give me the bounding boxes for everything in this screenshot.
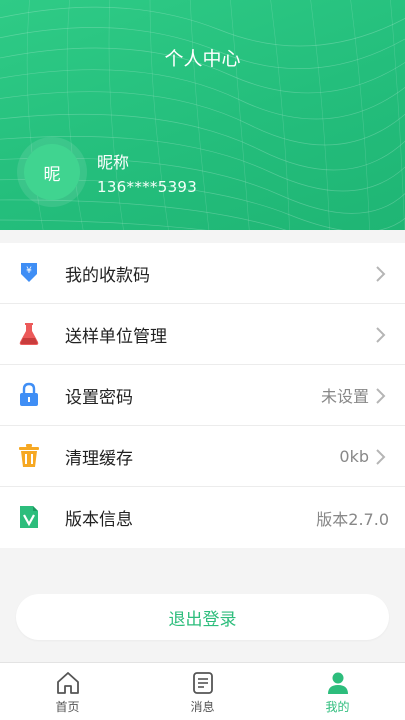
phone-number: 136****5393	[97, 178, 198, 196]
svg-text:¥: ¥	[26, 266, 32, 276]
lock-icon	[16, 382, 42, 408]
version-number: 版本2.7.0	[316, 509, 389, 529]
avatar-text: 昵	[43, 164, 61, 185]
tab-label: 我的	[325, 700, 350, 714]
chevron-right-icon	[376, 388, 386, 404]
home-icon	[54, 670, 82, 696]
menu-item-clear-cache[interactable]: 清理缓存 0kb	[0, 426, 405, 487]
payment-code-icon: ¥	[16, 260, 42, 286]
nickname: 昵称	[97, 153, 130, 172]
menu-label: 清理缓存	[65, 448, 133, 469]
tab-label: 消息	[190, 700, 215, 714]
menu-item-sample-unit[interactable]: 送样单位管理	[0, 304, 405, 365]
chevron-right-icon	[376, 266, 386, 282]
menu-label: 设置密码	[65, 387, 133, 408]
profile-icon	[324, 670, 352, 696]
profile-header: 个人中心 昵 昵称 136****5393	[0, 0, 405, 230]
menu-label: 版本信息	[65, 510, 133, 530]
trash-icon	[16, 443, 42, 469]
menu-label: 送样单位管理	[65, 326, 167, 347]
menu-item-set-password[interactable]: 设置密码 未设置	[0, 365, 405, 426]
menu-item-payment-code[interactable]: ¥ 我的收款码	[0, 243, 405, 304]
message-icon	[189, 670, 217, 696]
logout-button[interactable]: 退出登录	[16, 594, 389, 640]
menu-item-version-info[interactable]: 版本信息 版本2.7.0	[0, 487, 405, 548]
tab-home[interactable]: 首页	[0, 663, 135, 720]
password-status: 未设置	[320, 387, 369, 406]
menu-label: 我的收款码	[65, 265, 150, 286]
tab-messages[interactable]: 消息	[135, 663, 270, 720]
bottom-tab-bar: 首页 消息 我的	[0, 662, 405, 720]
chevron-right-icon	[376, 449, 386, 465]
version-doc-icon	[16, 504, 42, 530]
settings-menu: ¥ 我的收款码 送样单位管理 设置密码 未设置 清理缓存 0kb 版本信息 版本…	[0, 243, 405, 548]
tab-label: 首页	[55, 700, 80, 714]
tab-profile[interactable]: 我的	[270, 663, 405, 720]
cache-size: 0kb	[339, 446, 369, 466]
flask-icon	[16, 321, 42, 347]
page-title: 个人中心	[164, 48, 241, 70]
chevron-right-icon	[376, 327, 386, 343]
avatar[interactable]: 昵	[24, 144, 80, 200]
